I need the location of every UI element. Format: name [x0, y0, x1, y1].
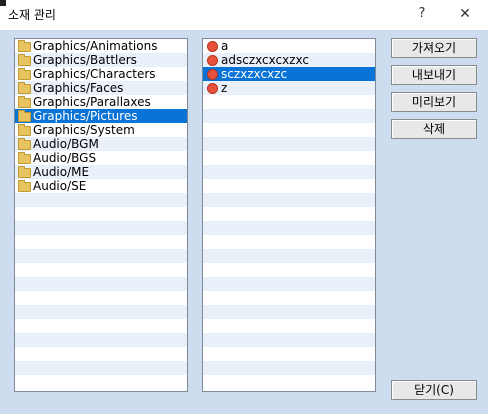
empty-row	[203, 319, 375, 333]
empty-row	[203, 151, 375, 165]
file-item[interactable]: a	[203, 39, 375, 53]
import-button[interactable]: 가져오기	[391, 38, 477, 58]
folder-icon	[18, 180, 31, 192]
file-list[interactable]: a adsczxcxcxzxc sczxzxcxzc z	[202, 38, 376, 392]
folder-icon	[18, 82, 31, 94]
delete-button[interactable]: 삭제	[391, 119, 477, 139]
empty-row	[203, 375, 375, 389]
audio-file-icon	[207, 41, 218, 52]
folder-label: Graphics/Pictures	[33, 109, 138, 123]
empty-row	[15, 347, 187, 361]
export-button[interactable]: 내보내기	[391, 65, 477, 85]
folder-label: Graphics/Parallaxes	[33, 95, 151, 109]
folder-icon	[18, 96, 31, 108]
empty-row	[203, 361, 375, 375]
help-icon[interactable]: ?	[412, 4, 432, 24]
folder-label: Audio/BGS	[33, 151, 97, 165]
empty-row	[15, 249, 187, 263]
folder-item[interactable]: Graphics/Characters	[15, 67, 187, 81]
file-item[interactable]: sczxzxcxzc	[203, 67, 375, 81]
folder-icon	[18, 152, 31, 164]
folder-label: Audio/BGM	[33, 137, 99, 151]
folder-list[interactable]: Graphics/Animations Graphics/Battlers Grap…	[14, 38, 188, 392]
empty-row	[15, 375, 187, 389]
folder-item[interactable]: Graphics/Battlers	[15, 53, 187, 67]
empty-row	[203, 263, 375, 277]
folder-item[interactable]: Graphics/Pictures	[15, 109, 187, 123]
empty-row	[203, 109, 375, 123]
empty-row	[203, 291, 375, 305]
folder-label: Graphics/System	[33, 123, 135, 137]
audio-file-icon	[207, 83, 218, 94]
close-button[interactable]: 닫기(C)	[391, 380, 477, 400]
empty-row	[203, 347, 375, 361]
empty-row	[203, 249, 375, 263]
folder-icon	[18, 166, 31, 178]
file-item[interactable]: adsczxcxcxzxc	[203, 53, 375, 67]
empty-row	[15, 361, 187, 375]
empty-row	[15, 291, 187, 305]
file-label: a	[221, 39, 229, 53]
empty-row	[15, 305, 187, 319]
audio-file-icon	[207, 55, 218, 66]
folder-label: Audio/ME	[33, 165, 90, 179]
file-label: z	[221, 81, 228, 95]
folder-icon	[18, 110, 31, 122]
empty-row	[203, 165, 375, 179]
folder-item[interactable]: Graphics/Parallaxes	[15, 95, 187, 109]
empty-row	[15, 277, 187, 291]
preview-button[interactable]: 미리보기	[391, 92, 477, 112]
folder-label: Graphics/Animations	[33, 39, 158, 53]
folder-icon	[18, 68, 31, 80]
empty-row	[15, 207, 187, 221]
empty-row	[15, 319, 187, 333]
folder-item[interactable]: Audio/ME	[15, 165, 187, 179]
folder-icon	[18, 124, 31, 136]
folder-icon	[18, 40, 31, 52]
audio-file-icon	[207, 69, 218, 80]
empty-row	[203, 137, 375, 151]
empty-row	[15, 193, 187, 207]
window-corner	[0, 0, 6, 6]
folder-label: Graphics/Battlers	[33, 53, 137, 67]
close-icon[interactable]: ✕	[455, 4, 475, 24]
file-label: adsczxcxcxzxc	[221, 53, 309, 67]
empty-row	[203, 193, 375, 207]
empty-row	[203, 277, 375, 291]
file-item[interactable]: z	[203, 81, 375, 95]
folder-item[interactable]: Graphics/Animations	[15, 39, 187, 53]
empty-row	[203, 179, 375, 193]
empty-row	[203, 123, 375, 137]
empty-row	[15, 221, 187, 235]
empty-row	[15, 333, 187, 347]
title-bar: 소재 관리 ? ✕	[0, 0, 488, 30]
folder-item[interactable]: Graphics/System	[15, 123, 187, 137]
empty-row	[203, 207, 375, 221]
folder-item[interactable]: Audio/SE	[15, 179, 187, 193]
empty-row	[203, 305, 375, 319]
empty-row	[15, 235, 187, 249]
empty-row	[203, 95, 375, 109]
folder-label: Graphics/Characters	[33, 67, 156, 81]
folder-icon	[18, 54, 31, 66]
folder-label: Audio/SE	[33, 179, 87, 193]
file-label: sczxzxcxzc	[221, 67, 288, 81]
folder-icon	[18, 138, 31, 150]
empty-row	[203, 221, 375, 235]
folder-label: Graphics/Faces	[33, 81, 124, 95]
folder-item[interactable]: Graphics/Faces	[15, 81, 187, 95]
window-title: 소재 관리	[8, 8, 56, 22]
empty-row	[203, 235, 375, 249]
empty-row	[203, 333, 375, 347]
empty-row	[15, 263, 187, 277]
folder-item[interactable]: Audio/BGS	[15, 151, 187, 165]
folder-item[interactable]: Audio/BGM	[15, 137, 187, 151]
